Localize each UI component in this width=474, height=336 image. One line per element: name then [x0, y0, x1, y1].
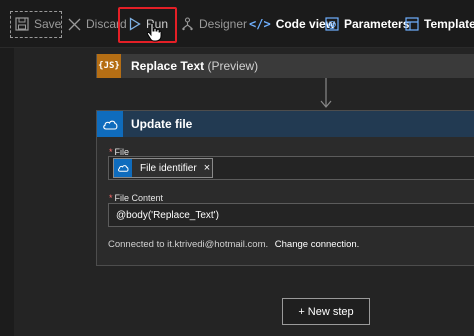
replace-text-title: Replace Text (Preview) — [131, 59, 259, 73]
new-step-button[interactable]: + New step — [282, 298, 370, 325]
templates-label: Templates — [424, 17, 474, 31]
preview-tag: (Preview) — [207, 59, 259, 73]
replace-text-step[interactable]: {JS} Replace Text (Preview) — [96, 54, 474, 78]
file-identifier-token[interactable]: File identifier × — [113, 158, 213, 178]
svg-text:@: @ — [328, 21, 337, 31]
left-panel-strip — [0, 48, 14, 336]
play-icon — [129, 17, 141, 31]
parameters-button[interactable]: @ Parameters — [325, 9, 409, 39]
connection-info: Connected to it.ktrivedi@hotmail.com. Ch… — [108, 239, 359, 250]
connector-arrow-icon — [320, 78, 332, 108]
close-icon — [68, 18, 81, 30]
code-view-button[interactable]: </> Code view — [249, 9, 335, 39]
code-icon: </> — [249, 17, 271, 31]
token-label: File identifier — [140, 162, 197, 174]
designer-icon — [182, 17, 193, 31]
change-connection-link[interactable]: Change connection. — [275, 239, 360, 250]
designer-button[interactable]: Designer — [181, 9, 247, 39]
hand-cursor-icon — [146, 22, 162, 42]
toolbar: Save Discard Run Designer </> Code view … — [0, 0, 474, 48]
parameters-icon: @ — [325, 17, 339, 31]
save-icon — [15, 17, 29, 31]
token-remove-icon[interactable]: × — [204, 162, 210, 174]
designer-label: Designer — [199, 17, 248, 31]
connection-account: Connected to it.ktrivedi@hotmail.com. — [108, 239, 269, 250]
save-label: Save — [34, 17, 62, 31]
required-marker: * — [109, 193, 113, 203]
templates-icon — [405, 17, 419, 31]
update-file-title: Update file — [131, 117, 193, 131]
file-content-field-label: * File Content — [109, 193, 164, 203]
update-file-header[interactable]: Update file — [97, 111, 474, 137]
parameters-label: Parameters — [344, 17, 410, 31]
onedrive-icon — [97, 111, 123, 137]
javascript-icon: {JS} — [97, 54, 121, 78]
templates-button[interactable]: Templates — [405, 9, 474, 39]
file-content-value: @body('Replace_Text') — [116, 210, 219, 221]
onedrive-token-icon — [114, 159, 132, 177]
save-button[interactable]: Save — [15, 9, 61, 39]
update-file-step: Update file * File File identifier × * Fil… — [96, 110, 474, 266]
